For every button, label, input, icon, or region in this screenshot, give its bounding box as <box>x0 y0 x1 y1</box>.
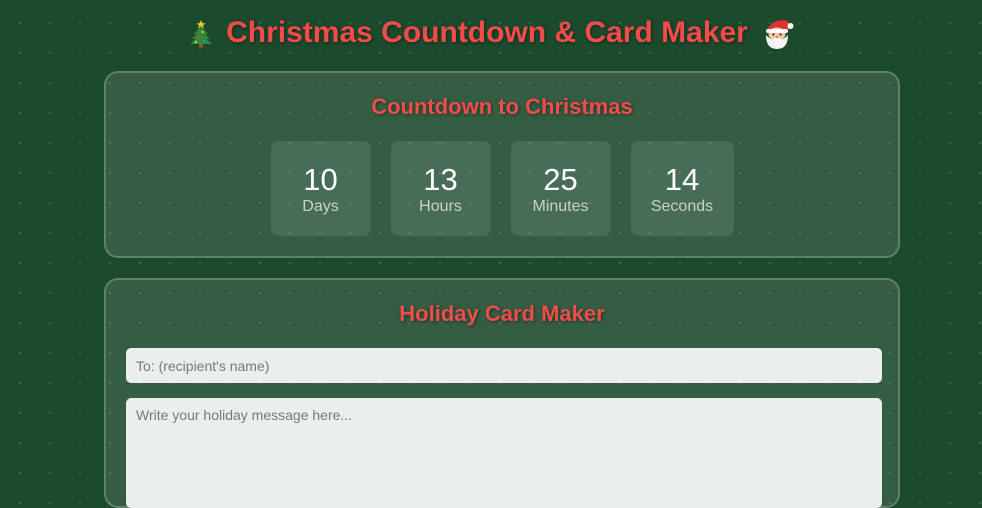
message-textarea[interactable] <box>126 398 882 508</box>
days-value: 10 <box>303 161 338 197</box>
page-title: Christmas Countdown & Card Maker <box>226 16 748 49</box>
timer-row: 10 Days 13 Hours 25 Minutes 14 Seconds <box>106 141 898 236</box>
recipient-input[interactable] <box>126 348 882 383</box>
countdown-panel: Countdown to Christmas 10 Days 13 Hours … <box>104 71 900 258</box>
santa-face-icon <box>760 16 794 50</box>
timer-days: 10 Days <box>270 141 371 236</box>
minutes-label: Minutes <box>532 197 589 215</box>
hours-value: 13 <box>423 161 458 197</box>
card-maker-heading: Holiday Card Maker <box>399 301 605 326</box>
christmas-tree-icon <box>188 18 214 48</box>
hours-label: Hours <box>419 197 462 215</box>
timer-hours: 13 Hours <box>390 141 491 236</box>
days-label: Days <box>302 197 339 215</box>
timer-minutes: 25 Minutes <box>510 141 611 236</box>
seconds-label: Seconds <box>650 197 714 215</box>
countdown-heading: Countdown to Christmas <box>371 94 633 119</box>
card-maker-panel: Holiday Card Maker <box>104 278 900 508</box>
timer-seconds: 14 Seconds <box>630 141 734 236</box>
seconds-value: 14 <box>664 161 700 197</box>
page-header: Christmas Countdown & Card Maker <box>0 12 982 54</box>
minutes-value: 25 <box>543 161 578 197</box>
